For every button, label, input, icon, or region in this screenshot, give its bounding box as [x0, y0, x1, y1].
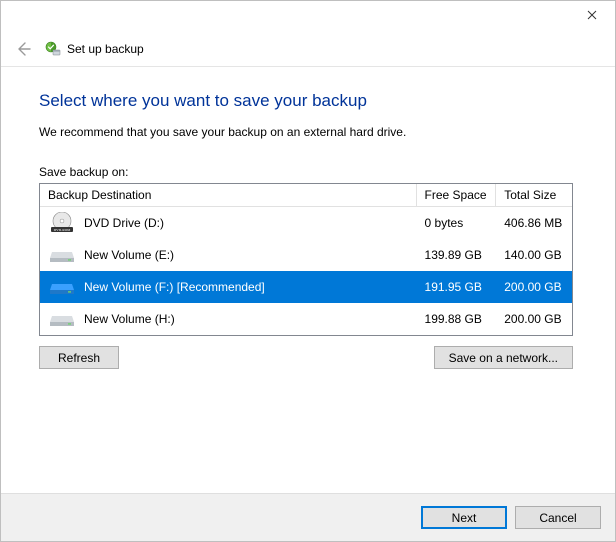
titlebar — [1, 1, 615, 31]
wizard-header: Set up backup — [1, 31, 615, 67]
dvd-drive-icon: DVD-ROM — [48, 213, 76, 233]
cancel-button[interactable]: Cancel — [515, 506, 601, 529]
save-label: Save backup on: — [39, 165, 577, 179]
drive-total-size: 200.00 GB — [496, 280, 572, 294]
column-headers: Backup Destination Free Space Total Size — [40, 184, 572, 207]
col-total-size[interactable]: Total Size — [496, 184, 572, 207]
next-button[interactable]: Next — [421, 506, 507, 529]
close-button[interactable] — [569, 1, 615, 29]
drive-free-space: 199.88 GB — [417, 312, 497, 326]
refresh-button[interactable]: Refresh — [39, 346, 119, 369]
drive-row[interactable]: New Volume (F:) [Recommended] 191.95 GB20… — [40, 271, 572, 303]
drive-total-size: 406.86 MB — [496, 216, 572, 230]
back-arrow-icon — [14, 40, 32, 58]
drive-free-space: 139.89 GB — [417, 248, 497, 262]
content-area: Select where you want to save your backu… — [1, 67, 615, 379]
hard-drive-icon — [48, 277, 76, 297]
window-title: Set up backup — [67, 42, 144, 56]
drive-total-size: 140.00 GB — [496, 248, 572, 262]
svg-text:DVD-ROM: DVD-ROM — [54, 228, 72, 232]
drive-free-space: 0 bytes — [417, 216, 497, 230]
drive-free-space: 191.95 GB — [417, 280, 497, 294]
drive-row[interactable]: New Volume (E:) 139.89 GB140.00 GB — [40, 239, 572, 271]
drive-total-size: 200.00 GB — [496, 312, 572, 326]
drive-name: New Volume (H:) — [84, 312, 175, 326]
drive-name: New Volume (E:) — [84, 248, 174, 262]
page-heading: Select where you want to save your backu… — [39, 91, 577, 111]
col-destination[interactable]: Backup Destination — [40, 184, 417, 207]
hard-drive-icon — [48, 309, 76, 329]
recommendation-text: We recommend that you save your backup o… — [39, 125, 577, 139]
back-button[interactable] — [11, 37, 35, 61]
save-on-network-button[interactable]: Save on a network... — [434, 346, 573, 369]
drive-list: Backup Destination Free Space Total Size… — [39, 183, 573, 336]
hard-drive-icon — [48, 245, 76, 265]
drive-row[interactable]: DVD-ROM DVD Drive (D:) 0 bytes406.86 MB — [40, 207, 572, 239]
close-icon — [587, 10, 597, 20]
drive-name: New Volume (F:) [Recommended] — [84, 280, 265, 294]
drive-row[interactable]: New Volume (H:) 199.88 GB200.00 GB — [40, 303, 572, 335]
wizard-footer: Next Cancel — [1, 493, 615, 541]
drive-name: DVD Drive (D:) — [84, 216, 164, 230]
backup-shield-icon — [45, 41, 61, 57]
col-free-space[interactable]: Free Space — [417, 184, 497, 207]
